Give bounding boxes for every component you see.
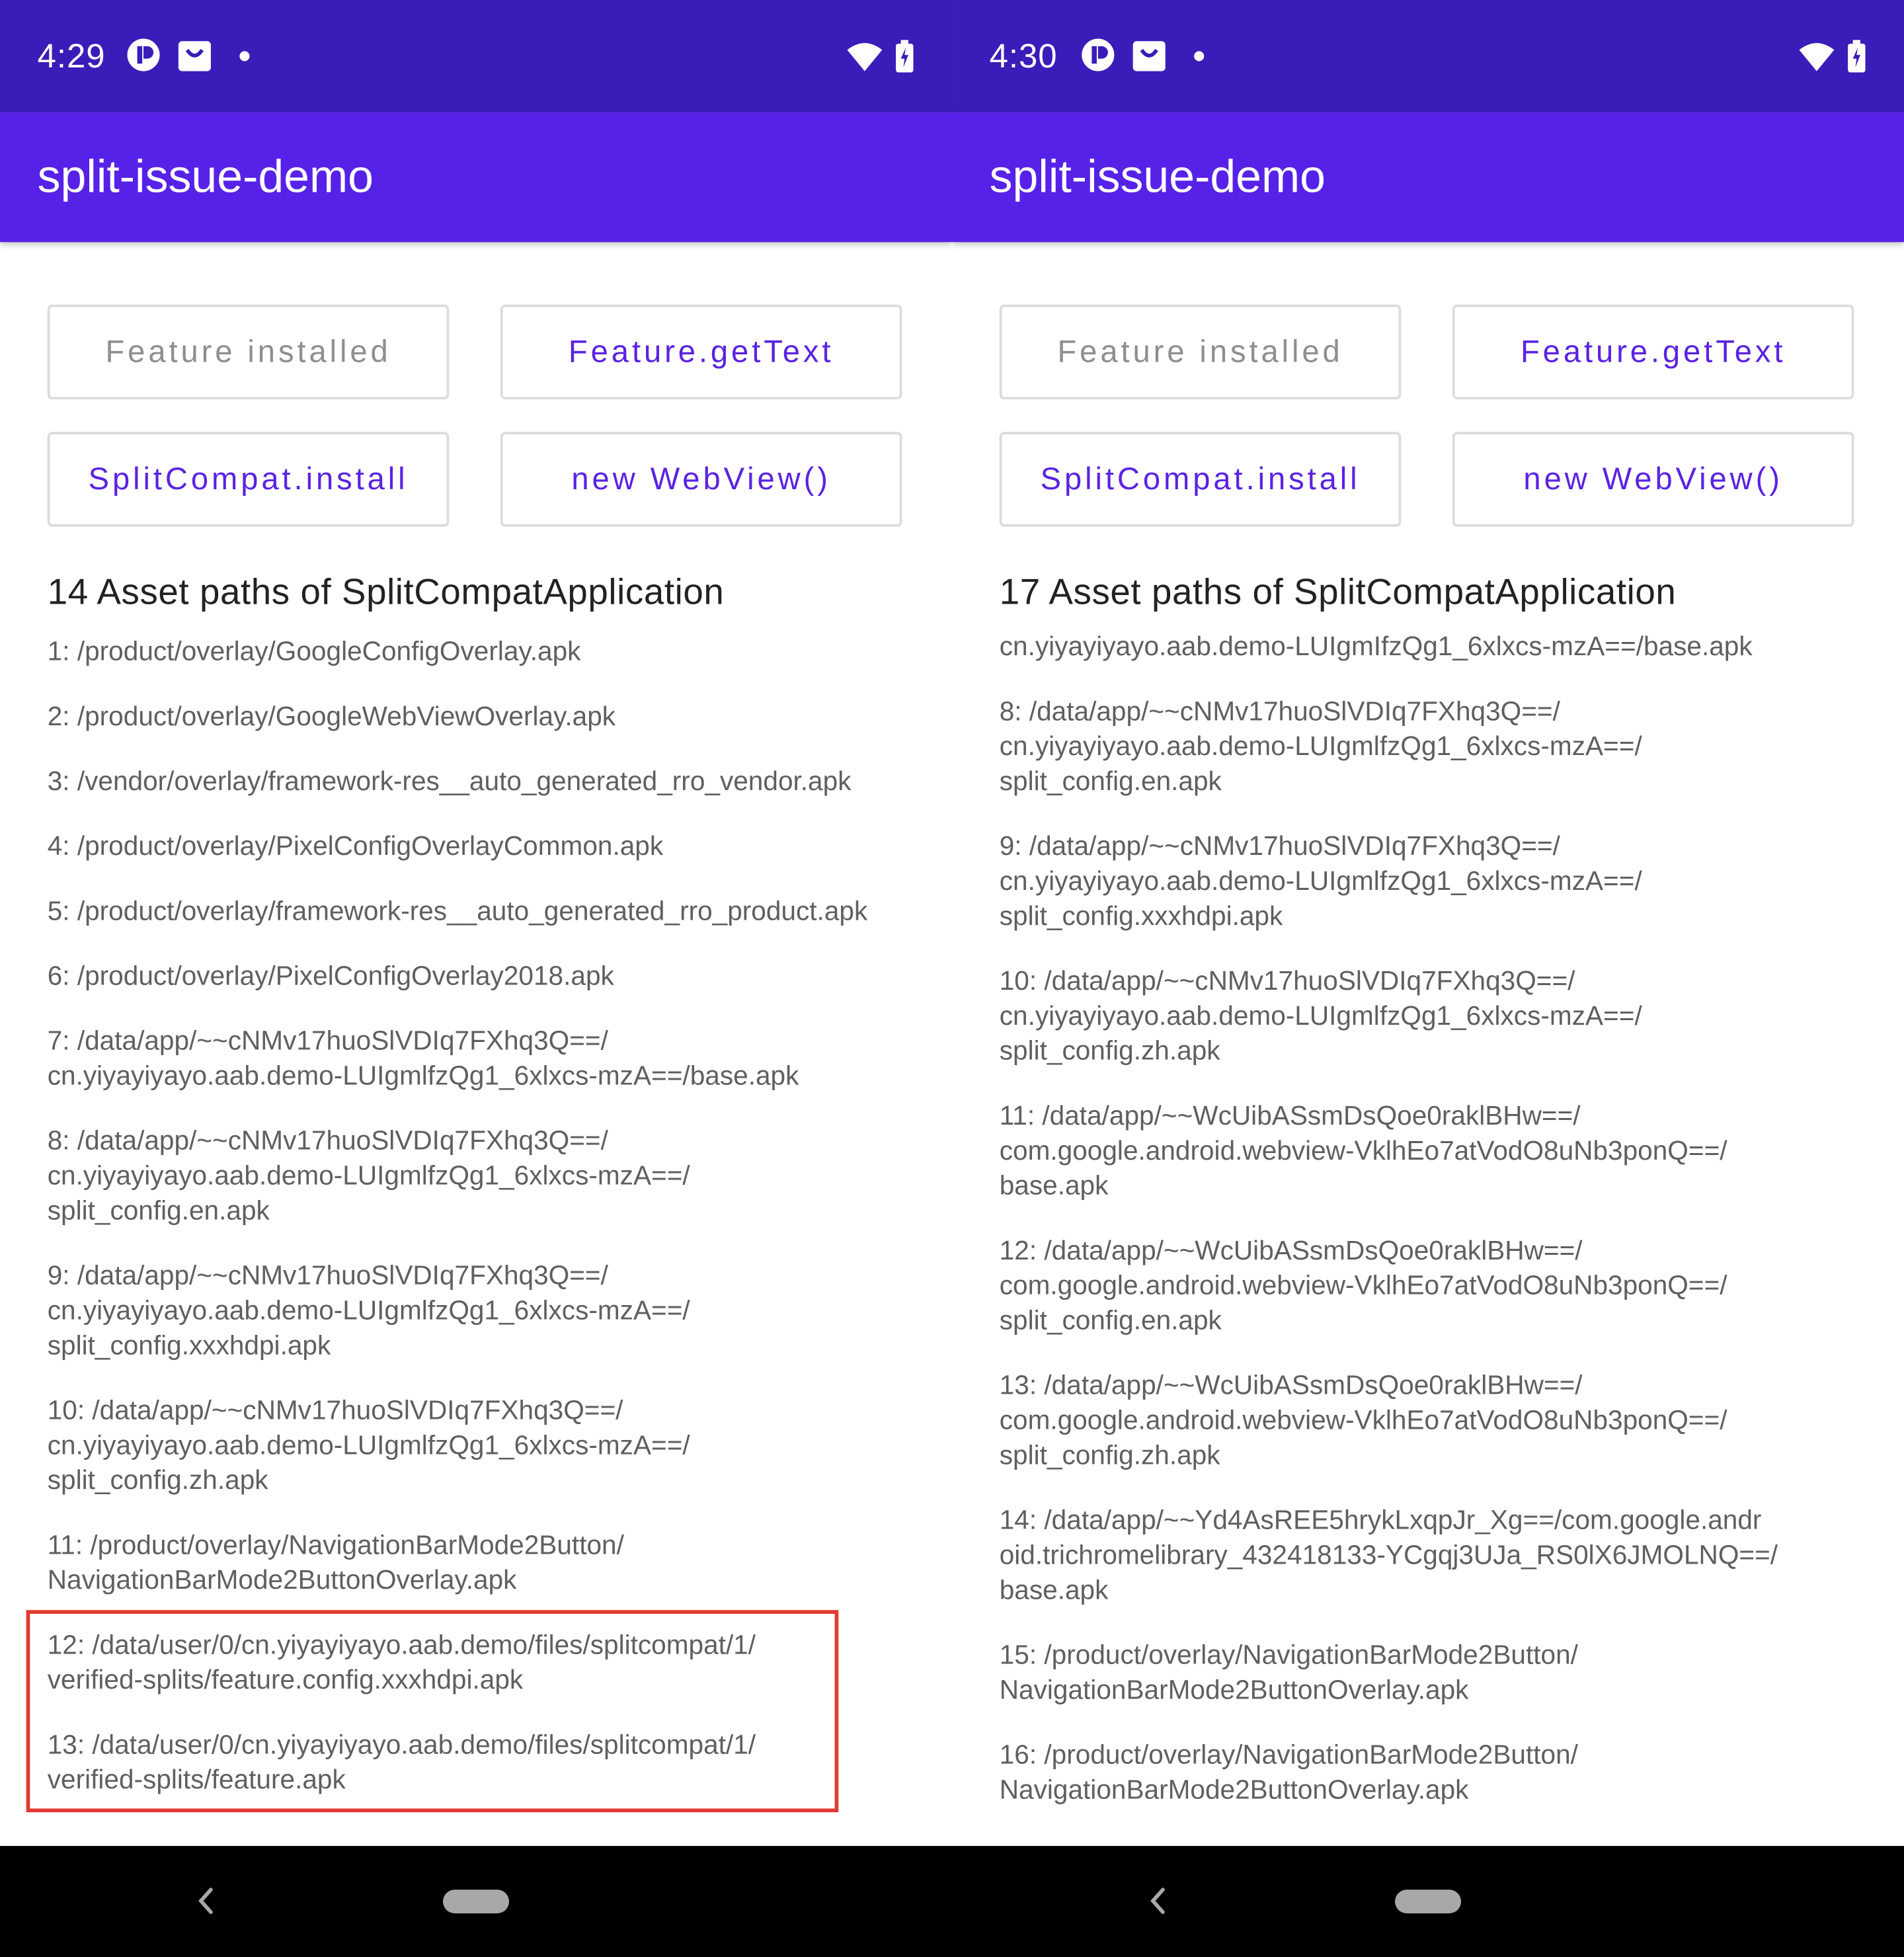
feature-gettext-button[interactable]: Feature.getText: [1452, 304, 1854, 400]
back-icon[interactable]: [1146, 1886, 1169, 1915]
status-bar: 4:30: [952, 0, 1904, 112]
asset-path-item: 7: /data/app/~~cNMv17huoSlVDIq7FXhq3Q==/…: [47, 1025, 799, 1091]
phone-screen-left: 4:29 split-issue-demo Feature installed …: [0, 0, 953, 1957]
shopping-bag-icon: [1132, 41, 1166, 71]
phone-screen-right: 4:30 split-issue-demo Feature installed …: [952, 0, 1904, 1957]
asset-path-item: 4: /product/overlay/PixelConfigOverlayCo…: [47, 831, 664, 861]
new-webview-button[interactable]: new WebView(): [500, 432, 902, 527]
app-bar: split-issue-demo: [0, 112, 953, 243]
wifi-icon: [1799, 43, 1835, 71]
app-bar: split-issue-demo: [952, 112, 1904, 243]
wifi-icon: [847, 43, 883, 71]
asset-path-item: 8: /data/app/~~cNMv17huoSlVDIq7FXhq3Q==/…: [47, 1125, 690, 1226]
asset-path-item: 8: /data/app/~~cNMv17huoSlVDIq7FXhq3Q==/…: [999, 696, 1642, 797]
app-title: split-issue-demo: [37, 151, 374, 202]
navigation-bar: [0, 1846, 953, 1957]
asset-path-item: 12: /data/app/~~WcUibASsmDsQoe0raklBHw==…: [999, 1235, 1727, 1336]
feature-installed-button[interactable]: Feature installed: [47, 304, 450, 400]
asset-path-item: cn.yiyayiyayo.aab.demo-LUIgmIfzQg1_6xlxc…: [999, 631, 1753, 662]
splitcompat-install-button[interactable]: SplitCompat.install: [999, 432, 1402, 527]
asset-path-item: 5: /product/overlay/framework-res__auto_…: [47, 896, 868, 926]
battery-charging-icon: [896, 40, 914, 73]
notification-dot-icon: [1194, 51, 1205, 61]
home-pill[interactable]: [442, 1890, 510, 1913]
comparison-screenshot: 4:29 split-issue-demo Feature installed …: [0, 0, 1904, 1957]
battery-charging-icon: [1848, 40, 1866, 73]
status-time: 4:29: [37, 37, 106, 75]
asset-path-item: 9: /data/app/~~cNMv17huoSlVDIq7FXhq3Q==/…: [47, 1260, 690, 1361]
asset-path-item: 9: /data/app/~~cNMv17huoSlVDIq7FXhq3Q==/…: [999, 831, 1642, 932]
status-time: 4:30: [989, 37, 1058, 75]
asset-paths-title: 17 Asset paths of SplitCompatApplication: [999, 573, 1677, 613]
asset-path-item: 10: /data/app/~~cNMv17huoSlVDIq7FXhq3Q==…: [47, 1395, 690, 1496]
asset-path-item: 14: /data/app/~~Yd4AsREE5hrykLxqpJr_Xg==…: [999, 1505, 1778, 1605]
back-icon[interactable]: [194, 1886, 217, 1915]
feature-gettext-button[interactable]: Feature.getText: [500, 304, 902, 400]
splitcompat-install-button[interactable]: SplitCompat.install: [47, 432, 450, 527]
new-webview-button[interactable]: new WebView(): [1452, 432, 1854, 527]
app-title: split-issue-demo: [989, 151, 1326, 202]
asset-paths-title: 14 Asset paths of SplitCompatApplication: [47, 573, 725, 613]
asset-path-list: cn.yiyayiyayo.aab.demo-LUIgmIfzQg1_6xlxc…: [1000, 629, 1898, 1837]
media-app-icon: [1082, 38, 1115, 71]
home-pill[interactable]: [1395, 1890, 1462, 1913]
navigation-bar: [952, 1846, 1904, 1957]
asset-path-item: 3: /vendor/overlay/framework-res__auto_g…: [47, 766, 852, 797]
asset-path-item: 1: /product/overlay/GoogleConfigOverlay.…: [47, 636, 581, 667]
asset-path-item: 11: /data/app/~~WcUibASsmDsQoe0raklBHw==…: [999, 1101, 1727, 1201]
feature-installed-button[interactable]: Feature installed: [999, 304, 1402, 400]
asset-path-item: 11: /product/overlay/NavigationBarMode2B…: [47, 1530, 624, 1595]
asset-path-item: 10: /data/app/~~cNMv17huoSlVDIq7FXhq3Q==…: [999, 966, 1642, 1066]
highlight-box: [26, 1610, 839, 1813]
media-app-icon: [127, 38, 160, 71]
notification-dot-icon: [239, 51, 250, 61]
shopping-bag-icon: [178, 41, 211, 71]
asset-path-item: 13: /data/app/~~WcUibASsmDsQoe0raklBHw==…: [999, 1370, 1727, 1470]
asset-path-item: 15: /product/overlay/NavigationBarMode2B…: [999, 1640, 1578, 1705]
asset-path-item: 2: /product/overlay/GoogleWebViewOverlay…: [47, 701, 616, 732]
status-bar: 4:29: [0, 0, 953, 112]
asset-path-item: 6: /product/overlay/PixelConfigOverlay20…: [47, 961, 614, 991]
asset-path-item: 16: /product/overlay/NavigationBarMode2B…: [999, 1739, 1578, 1805]
